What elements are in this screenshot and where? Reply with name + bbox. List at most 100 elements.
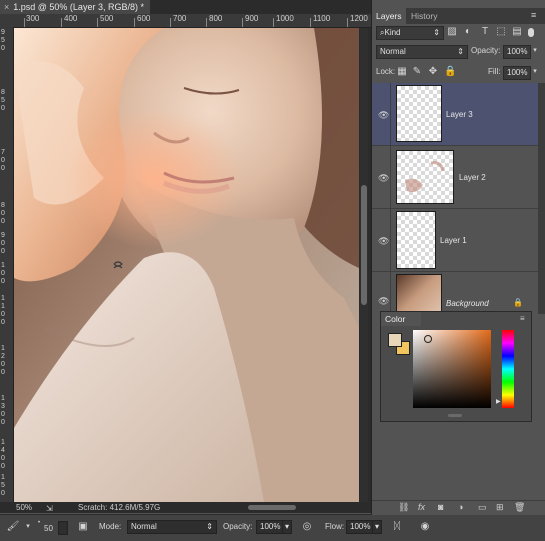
trash-icon[interactable]: 🗑 <box>514 502 525 513</box>
lock-transparency-icon[interactable]: ▦ <box>397 66 407 78</box>
ruler-label: 500 <box>100 14 114 23</box>
ruler-label: 0 <box>1 157 5 164</box>
ruler-label: 0 <box>1 240 5 247</box>
lock-label: Lock: <box>376 67 396 76</box>
document-canvas[interactable] <box>14 28 359 502</box>
lock-icon[interactable]: 🔒 <box>444 66 456 78</box>
layer-row-background[interactable]: 👁 Background 🔒 <box>372 272 538 314</box>
ruler-label: 1 <box>1 345 5 352</box>
foreground-color-swatch[interactable] <box>388 333 402 347</box>
scratch-info[interactable]: Scratch: 412.6M/5.97G <box>78 502 160 513</box>
blend-mode-select[interactable]: Normal ⇕ <box>376 45 468 59</box>
ruler-label: 5 <box>1 482 5 489</box>
pressure-opacity-icon[interactable]: ◎ <box>300 521 314 533</box>
chevron-down-icon[interactable]: ▾ <box>24 521 32 533</box>
mode-label: Mode: <box>99 522 122 531</box>
tab-history[interactable]: History <box>407 8 441 24</box>
eye-icon[interactable]: 👁 <box>378 296 389 307</box>
link-icon[interactable]: ⛓ <box>398 502 409 513</box>
ruler-label: 5 <box>1 97 5 104</box>
filter-toggle-icon[interactable] <box>528 28 534 37</box>
horizontal-ruler: 300 400 500 600 700 800 900 1000 1100 12… <box>0 14 371 28</box>
adjustment-icon[interactable]: ◑ <box>458 502 463 512</box>
tab-color[interactable]: Color <box>381 312 421 326</box>
ruler-label: 0 <box>1 278 5 285</box>
hue-slider-handle[interactable]: ▶ <box>496 398 501 405</box>
filter-kind-select[interactable]: ⌕Kind ⇕ <box>376 26 444 40</box>
layers-scrollbar[interactable] <box>538 83 545 314</box>
document-tab[interactable]: × 1.psd @ 50% (Layer 3, RGB/8) * <box>0 0 150 14</box>
vertical-scrollbar-thumb[interactable] <box>361 185 367 305</box>
layer-name[interactable]: Layer 3 <box>446 110 473 119</box>
lock-pixels-icon[interactable]: ✎ <box>412 66 422 78</box>
ruler-tick-mark <box>310 18 311 27</box>
layer-thumbnail[interactable] <box>396 85 442 142</box>
fill-value: 100% <box>507 68 528 77</box>
panel-menu-icon[interactable]: ≡ <box>531 10 536 20</box>
layer-opacity-value: 100% <box>507 47 528 56</box>
filter-shape-icon[interactable]: ⬚ <box>495 26 507 38</box>
chevron-updown-icon: ⇕ <box>206 522 213 531</box>
folder-icon[interactable]: ▭ <box>478 502 487 513</box>
layer-thumbnail[interactable] <box>396 211 436 269</box>
brush-panel-icon[interactable]: ▣ <box>76 521 90 533</box>
chevron-down-icon[interactable]: ▾ <box>531 66 539 78</box>
panel-resize-grip[interactable] <box>448 414 462 417</box>
ruler-tick-mark <box>170 18 171 27</box>
ruler-tick-mark <box>347 18 348 27</box>
ruler-label: 0 <box>1 45 5 52</box>
vertical-ruler: 9 5 0 8 5 0 7 0 0 8 0 0 9 0 0 1 0 0 1 1 … <box>0 27 14 502</box>
opacity-dropdown[interactable]: ▾ <box>282 520 292 534</box>
filter-pixel-icon[interactable]: ▨ <box>446 26 458 38</box>
horizontal-scrollbar-thumb[interactable] <box>248 505 296 510</box>
divider <box>390 146 391 208</box>
eye-icon[interactable]: 👁 <box>378 236 389 247</box>
fx-icon[interactable]: fx <box>418 502 425 512</box>
brush-icon[interactable]: 🖌 <box>6 521 20 533</box>
filter-type-icon[interactable]: T <box>479 26 491 38</box>
filter-adjustment-icon[interactable]: ◐ <box>462 26 474 38</box>
ruler-label: 8 <box>1 202 5 209</box>
export-icon[interactable]: ⇲ <box>46 503 53 514</box>
airbrush-icon[interactable]: ᛞ <box>390 521 404 533</box>
layer-thumbnail-art <box>405 161 445 193</box>
mode-value: Normal <box>131 522 157 531</box>
ruler-label: 1000 <box>276 14 294 23</box>
ruler-label: 300 <box>26 14 40 23</box>
ruler-label: 0 <box>1 319 5 326</box>
fill-field[interactable]: 100% <box>503 66 531 80</box>
hue-slider[interactable] <box>502 330 514 408</box>
chevron-updown-icon: ⇕ <box>433 28 440 37</box>
eye-icon[interactable]: 👁 <box>378 173 389 184</box>
lock-position-icon[interactable]: ✥ <box>428 66 438 78</box>
ruler-label: 0 <box>1 369 5 376</box>
layer-opacity-field[interactable]: 100% <box>503 45 531 59</box>
status-bar: 50% ⇲ Scratch: 412.6M/5.97G <box>0 502 371 513</box>
panel-menu-icon[interactable]: ≡ <box>520 314 525 323</box>
flow-dropdown[interactable]: ▾ <box>372 520 382 534</box>
brush-preset-picker[interactable] <box>58 521 68 535</box>
divider <box>390 209 391 271</box>
layer-thumbnail[interactable] <box>396 274 442 314</box>
opacity-value: 100% <box>260 522 281 531</box>
layer-row-layer-3[interactable]: 👁 Layer 3 <box>372 83 538 146</box>
new-layer-icon[interactable]: ⊞ <box>496 502 504 513</box>
layer-row-layer-1[interactable]: 👁 Layer 1 <box>372 209 538 272</box>
mode-select[interactable]: Normal ⇕ <box>127 520 217 534</box>
tab-layers[interactable]: Layers <box>372 8 406 24</box>
filter-smartobject-icon[interactable]: ▤ <box>511 26 523 38</box>
mask-icon[interactable]: ◙ <box>438 502 443 512</box>
layer-name[interactable]: Layer 2 <box>459 173 486 182</box>
layer-name[interactable]: Background <box>446 299 489 308</box>
ruler-label: 0 <box>1 463 5 470</box>
layer-thumbnail[interactable] <box>396 150 454 204</box>
zoom-level[interactable]: 50% <box>16 502 32 513</box>
chevron-down-icon[interactable]: ▾ <box>531 45 539 57</box>
color-picker-marker[interactable] <box>424 335 432 343</box>
layer-row-layer-2[interactable]: 👁 Layer 2 <box>372 146 538 209</box>
brush-size[interactable]: 50 <box>44 523 53 535</box>
pressure-size-icon[interactable]: ◉ <box>418 521 432 533</box>
close-tab-icon[interactable]: × <box>4 2 9 12</box>
layer-name[interactable]: Layer 1 <box>440 236 467 245</box>
eye-icon[interactable]: 👁 <box>378 110 389 121</box>
